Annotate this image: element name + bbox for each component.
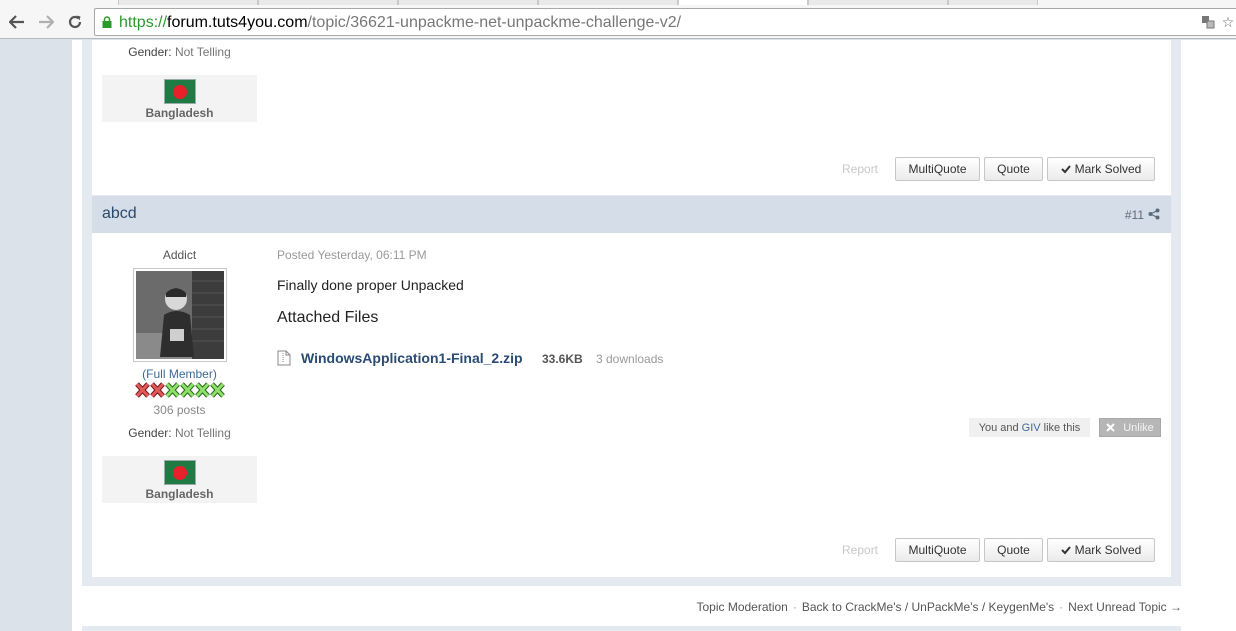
previous-post-gender: Gender: Not Telling	[128, 45, 231, 59]
post-date: Posted Yesterday, 06:11 PM	[277, 248, 427, 262]
attachment-size: 33.6KB	[542, 352, 583, 366]
forward-icon[interactable]	[35, 11, 57, 33]
lock-icon[interactable]	[101, 16, 113, 28]
checkmark-icon	[1060, 165, 1071, 174]
post-country: Bangladesh	[102, 456, 257, 503]
attachment-link[interactable]: WindowsApplication1-Final_2.zip	[301, 350, 523, 366]
post-header: abcd #11	[92, 196, 1171, 233]
attachment-downloads: 3 downloads	[596, 352, 664, 366]
red-pip-icon	[135, 382, 150, 398]
bottom-divider	[82, 626, 1181, 631]
green-pip-icon	[210, 382, 225, 398]
likes-summary: You and GIV like this	[969, 418, 1090, 437]
author-name[interactable]: abcd	[102, 205, 137, 223]
unlike-button[interactable]: Unlike	[1099, 418, 1161, 437]
bangladesh-flag-icon	[164, 460, 196, 485]
green-pip-icon	[195, 382, 210, 398]
green-pip-icon	[165, 382, 180, 398]
mark-solved-button[interactable]: Mark Solved	[1047, 157, 1155, 181]
user-rank-title: Addict	[162, 248, 197, 262]
browser-toolbar: https://forum.tuts4you.com/topic/36621-u…	[0, 5, 1236, 39]
reputation-pips	[135, 382, 225, 398]
quote-button[interactable]: Quote	[984, 538, 1043, 562]
report-link[interactable]: Report	[842, 543, 878, 557]
mark-solved-button[interactable]: Mark Solved	[1047, 538, 1155, 562]
file-icon	[277, 350, 291, 366]
bangladesh-flag-icon	[164, 79, 196, 104]
back-icon[interactable]	[6, 11, 28, 33]
multiquote-button[interactable]: MultiQuote	[895, 538, 980, 562]
multiquote-button[interactable]: MultiQuote	[895, 157, 980, 181]
avatar[interactable]	[133, 268, 227, 362]
member-group[interactable]: (Full Member)	[102, 367, 257, 381]
post-number[interactable]: #11	[1125, 208, 1144, 222]
post-gender: Gender: Not Telling	[128, 426, 231, 440]
share-icon[interactable]	[1148, 208, 1160, 220]
next-unread-topic-link[interactable]: Next Unread Topic →	[1068, 600, 1182, 614]
close-icon	[1106, 423, 1115, 432]
reload-icon[interactable]	[64, 11, 86, 33]
red-pip-icon	[150, 382, 165, 398]
topic-moderation-link[interactable]: Topic Moderation	[696, 600, 787, 614]
liker-link[interactable]: GIV	[1022, 422, 1041, 434]
attachments-title: Attached Files	[277, 309, 379, 326]
report-link[interactable]: Report	[842, 162, 878, 176]
quote-button[interactable]: Quote	[984, 157, 1043, 181]
post-content: Finally done proper Unpacked	[277, 277, 464, 293]
previous-post-country: Bangladesh	[102, 75, 257, 122]
address-bar[interactable]: https://forum.tuts4you.com/topic/36621-u…	[94, 8, 1236, 36]
back-to-forum-link[interactable]: Back to CrackMe's / UnPackMe's / KeygenM…	[802, 600, 1054, 614]
star-icon[interactable]: ☆	[1220, 14, 1236, 30]
post-count: 306 posts	[153, 403, 206, 417]
checkmark-icon	[1060, 546, 1071, 555]
topic-footer-nav: Topic Moderation · Back to CrackMe's / U…	[696, 600, 1182, 614]
url-text[interactable]: https://forum.tuts4you.com/topic/36621-u…	[119, 14, 681, 32]
translate-icon[interactable]	[1200, 14, 1216, 30]
green-pip-icon	[180, 382, 195, 398]
